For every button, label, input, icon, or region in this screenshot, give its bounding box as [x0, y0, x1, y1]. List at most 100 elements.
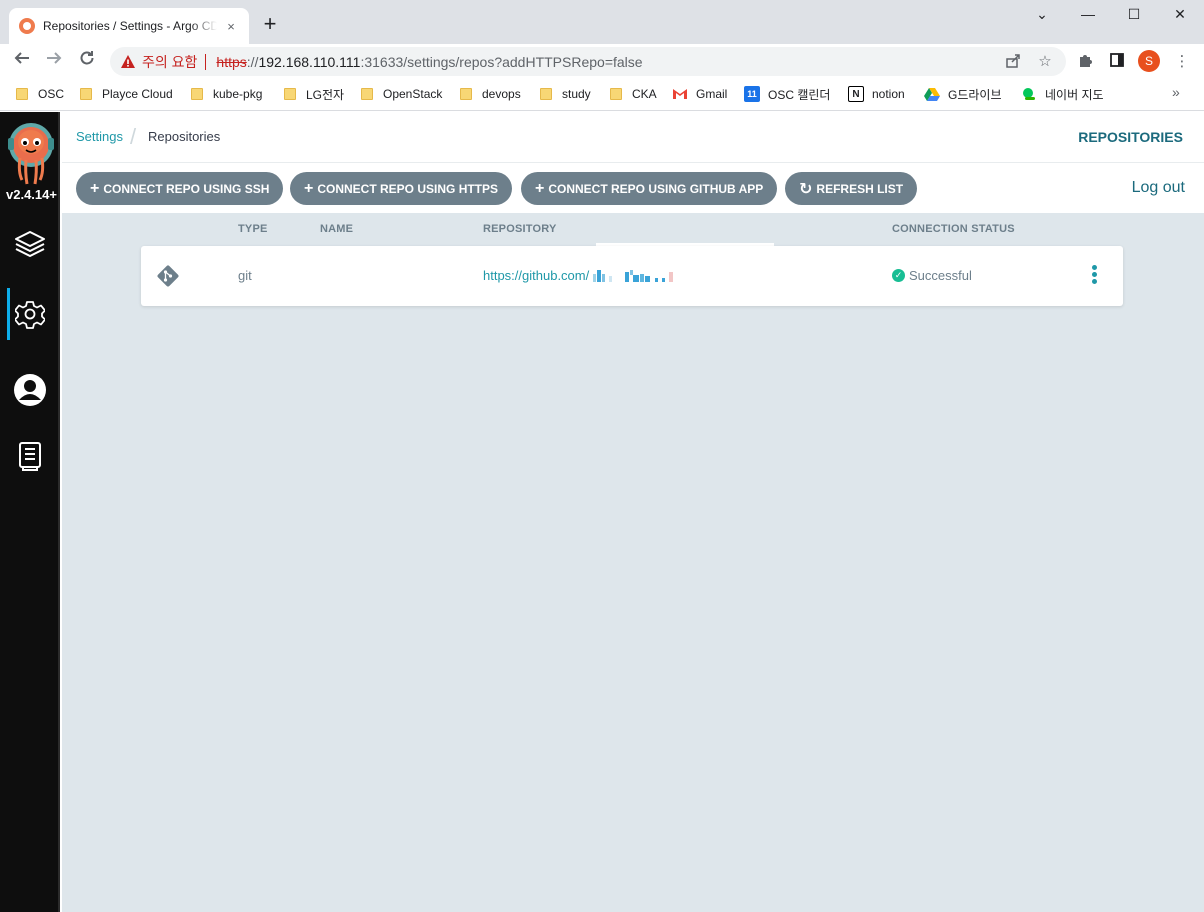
- folder-icon: [284, 88, 296, 100]
- bookmark-label: kube-pkg: [213, 87, 263, 101]
- page-header: Settings / Repositories REPOSITORIES: [62, 112, 1204, 162]
- folder-icon: [16, 88, 28, 100]
- url-separator: ://: [246, 53, 259, 70]
- folder-icon: [460, 88, 472, 100]
- button-label: CONNECT REPO USING GITHUB APP: [548, 181, 764, 196]
- logout-link[interactable]: Log out: [1132, 179, 1185, 197]
- connect-github-app-button[interactable]: + CONNECT REPO USING GITHUB APP: [521, 172, 778, 205]
- bookmark-gdrive[interactable]: G드라이브: [924, 85, 1002, 103]
- gear-icon: [15, 301, 45, 329]
- sidebar-item-documentation[interactable]: [0, 430, 60, 482]
- redacted-text: [593, 270, 674, 282]
- sidebar-item-applications[interactable]: [0, 218, 60, 270]
- folder-icon: [80, 88, 92, 100]
- share-icon[interactable]: [1004, 53, 1022, 71]
- column-header-name: NAME: [320, 223, 354, 235]
- browser-menu-icon[interactable]: ⋮: [1172, 52, 1192, 72]
- bookmark-label: notion: [872, 87, 905, 101]
- bookmark-label: Gmail: [696, 87, 728, 101]
- bookmark-naver-map[interactable]: 네이버 지도: [1021, 85, 1104, 103]
- button-label: REFRESH LIST: [816, 181, 904, 196]
- browser-tab-bar: Repositories / Settings - Argo CD × + ⌄ …: [0, 0, 1204, 44]
- bookmark-label: OpenStack: [383, 87, 443, 101]
- bookmark-devops[interactable]: devops: [460, 85, 521, 103]
- url-host: 192.168.110.111: [258, 53, 361, 70]
- bookmark-osc-calendar[interactable]: 11 OSC 캘린더: [744, 85, 830, 103]
- bookmark-label: study: [562, 87, 591, 101]
- bookmark-label: CKA: [632, 87, 657, 101]
- profile-avatar[interactable]: S: [1138, 50, 1160, 72]
- connect-ssh-button[interactable]: + CONNECT REPO USING SSH: [76, 172, 284, 205]
- check-circle-icon: ✓: [892, 269, 905, 282]
- argo-logo-icon[interactable]: [8, 122, 54, 192]
- bookmark-label: 네이버 지도: [1045, 87, 1104, 102]
- maximize-button[interactable]: ☐: [1122, 6, 1146, 23]
- bookmark-label: devops: [482, 87, 521, 101]
- forward-icon[interactable]: [42, 49, 66, 73]
- warning-icon[interactable]: [120, 54, 136, 70]
- folder-icon: [191, 88, 203, 100]
- back-icon[interactable]: [10, 49, 34, 73]
- sidebar-item-settings[interactable]: [0, 288, 60, 340]
- close-window-button[interactable]: ✕: [1168, 6, 1192, 23]
- new-tab-button[interactable]: +: [258, 12, 282, 36]
- url-text[interactable]: https://192.168.110.111:31633/settings/r…: [216, 54, 642, 70]
- browser-tab[interactable]: Repositories / Settings - Argo CD ×: [9, 8, 249, 44]
- row-actions-menu-icon[interactable]: [1089, 265, 1099, 287]
- bookmark-kube-pkg[interactable]: kube-pkg: [191, 85, 262, 103]
- tab-close-icon[interactable]: ×: [223, 19, 239, 34]
- minimize-button[interactable]: —: [1076, 6, 1100, 22]
- folder-icon: [540, 88, 552, 100]
- status-text: Successful: [909, 268, 972, 283]
- bookmark-playce-cloud[interactable]: Playce Cloud: [80, 85, 173, 103]
- refresh-list-button[interactable]: ↻ REFRESH LIST: [785, 172, 918, 205]
- folder-icon: [361, 88, 373, 100]
- connect-https-button[interactable]: + CONNECT REPO USING HTTPS: [290, 172, 513, 205]
- tab-search-chevron-icon[interactable]: ⌄: [1030, 6, 1054, 23]
- app-sidebar: v2.4.14+: [0, 112, 60, 912]
- bookmark-notion[interactable]: N notion: [848, 85, 905, 103]
- bookmark-openstack[interactable]: OpenStack: [361, 85, 442, 103]
- address-bar[interactable]: 주의 요함 https://192.168.110.111:31633/sett…: [110, 47, 1066, 76]
- docs-icon: [19, 442, 41, 471]
- column-header-type: TYPE: [238, 223, 268, 235]
- drive-icon: [924, 86, 940, 102]
- bookmark-lg[interactable]: LG전자: [284, 85, 344, 103]
- column-header-connection-status: CONNECTION STATUS: [892, 223, 1015, 235]
- bookmark-label: Playce Cloud: [102, 87, 173, 101]
- bookmark-study[interactable]: study: [540, 85, 591, 103]
- repo-url-link[interactable]: https://github.com/: [483, 268, 679, 283]
- repo-type: git: [238, 268, 252, 283]
- side-panel-icon[interactable]: [1107, 52, 1127, 72]
- reload-icon[interactable]: [75, 49, 99, 73]
- bookmark-star-icon[interactable]: ☆: [1036, 53, 1054, 71]
- breadcrumb-current: Repositories: [148, 129, 221, 144]
- omnibox-divider: [205, 53, 207, 70]
- connection-status: ✓ Successful: [892, 268, 972, 283]
- notion-icon: N: [848, 86, 864, 102]
- bookmarks-bar: OSC Playce Cloud kube-pkg LG전자 OpenStack…: [0, 78, 1204, 111]
- security-warning-label[interactable]: 주의 요함: [142, 52, 197, 72]
- page-title: REPOSITORIES: [1078, 129, 1183, 145]
- repo-url: https://github.com/: [483, 268, 590, 283]
- table-row[interactable]: git https://github.com/ ✓ Successful: [141, 246, 1123, 306]
- bookmark-label: G드라이브: [948, 87, 1002, 102]
- column-header-repository: REPOSITORY: [483, 223, 557, 235]
- bookmark-cka[interactable]: CKA: [610, 85, 657, 103]
- bookmark-label: OSC: [38, 87, 65, 101]
- refresh-icon: ↻: [799, 180, 813, 198]
- plus-icon: +: [304, 179, 314, 197]
- extensions-puzzle-icon[interactable]: [1075, 52, 1095, 72]
- bookmark-label: OSC 캘린더: [768, 87, 831, 102]
- bookmarks-overflow-icon[interactable]: »: [1172, 84, 1180, 100]
- url-scheme: https: [216, 53, 247, 70]
- bookmark-label: LG전자: [306, 87, 345, 102]
- bookmark-gmail[interactable]: Gmail: [672, 85, 727, 103]
- plus-icon: +: [90, 179, 100, 197]
- breadcrumb-settings[interactable]: Settings: [76, 129, 123, 144]
- url-path: :31633/settings/repos?addHTTPSRepo=false: [360, 53, 643, 70]
- sidebar-item-user-info[interactable]: [0, 364, 60, 416]
- bookmark-osc[interactable]: OSC: [16, 85, 64, 103]
- action-toolbar: + CONNECT REPO USING SSH + CONNECT REPO US…: [62, 162, 1204, 213]
- button-label: CONNECT REPO USING SSH: [103, 181, 270, 196]
